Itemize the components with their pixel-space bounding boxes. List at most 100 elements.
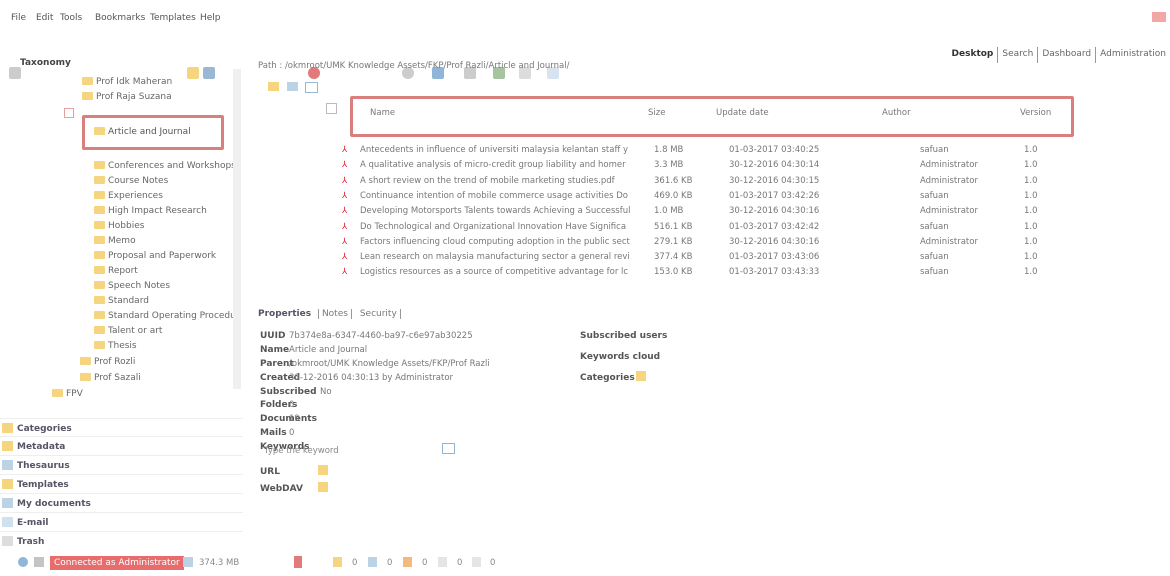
file-size: 3.3 MB: [654, 160, 684, 171]
section-email[interactable]: E-mail: [0, 512, 243, 531]
col-name[interactable]: Name: [370, 108, 395, 118]
folder-icon: [94, 161, 105, 169]
col-size[interactable]: Size: [648, 108, 665, 118]
select-all-checkbox[interactable]: [326, 103, 337, 114]
tree-item[interactable]: High Impact Research: [94, 206, 207, 216]
tree-item[interactable]: Hobbies: [94, 221, 144, 231]
tree-item[interactable]: FPV: [52, 389, 83, 399]
tree-item[interactable]: Conferences and Workshops: [94, 161, 236, 171]
section-metadata[interactable]: Metadata: [0, 436, 243, 455]
tree-scrollbar[interactable]: [233, 69, 241, 389]
disk-icon: [183, 557, 193, 567]
table-row[interactable]: ⅄ Factors influencing cloud computing ado…: [328, 237, 1058, 252]
col-author[interactable]: Author: [882, 108, 911, 118]
tab-desktop[interactable]: Desktop: [948, 47, 999, 63]
tab-search[interactable]: Search: [998, 47, 1039, 63]
url-copy-icon[interactable]: [318, 465, 328, 475]
table-row[interactable]: ⅄ A qualitative analysis of micro-credit …: [328, 160, 1058, 175]
col-version[interactable]: Version: [1020, 108, 1051, 118]
file-size: 153.0 KB: [654, 267, 693, 278]
file-name[interactable]: Continuance intention of mobile commerce…: [360, 191, 656, 201]
table-row[interactable]: ⅄ Developing Motorsports Talents towards …: [328, 206, 1058, 221]
file-version: 1.0: [1024, 206, 1038, 217]
table-row[interactable]: ⅄ Logistics resources as a source of comp…: [328, 267, 1058, 282]
file-date: 30-12-2016 04:30:14: [729, 160, 820, 171]
folder-up-icon[interactable]: [268, 82, 279, 91]
thesaurus-icon: [2, 460, 13, 470]
table-row[interactable]: ⅄ Continuance intention of mobile commerc…: [328, 191, 1058, 206]
menu-bookmarks[interactable]: Bookmarks: [95, 13, 145, 23]
webdav-label: WebDAV: [260, 484, 303, 494]
pdf-icon: ⅄: [342, 145, 348, 155]
folder-icon: [94, 296, 105, 304]
tree-item[interactable]: Memo: [94, 236, 136, 246]
menu-templates[interactable]: Templates: [150, 13, 196, 23]
file-name[interactable]: Antecedents in influence of universiti m…: [360, 145, 656, 155]
tab-notes[interactable]: Notes: [317, 309, 352, 319]
file-name[interactable]: Lean research on malaysia manufacturing …: [360, 252, 656, 262]
tree-item[interactable]: Standard: [94, 296, 149, 306]
tree-item[interactable]: Prof Idk Maheran: [82, 77, 172, 87]
tree-item[interactable]: Talent or art: [94, 326, 162, 336]
tree-item[interactable]: Prof Sazali: [80, 373, 141, 383]
tree-title[interactable]: Taxonomy: [20, 58, 71, 68]
section-my-documents[interactable]: My documents: [0, 493, 243, 512]
tab-dashboard[interactable]: Dashboard: [1038, 47, 1097, 63]
file-name[interactable]: Logistics resources as a source of compe…: [360, 267, 656, 277]
tab-properties[interactable]: Properties: [258, 309, 311, 319]
table-row[interactable]: ⅄ Lean research on malaysia manufacturing…: [328, 252, 1058, 267]
tree-item[interactable]: Course Notes: [94, 176, 168, 186]
storage-size: 374.3 MB: [199, 558, 240, 568]
tree-item[interactable]: Prof Raja Suzana: [82, 92, 172, 102]
view-icon[interactable]: [287, 82, 298, 91]
tree-item[interactable]: Speech Notes: [94, 281, 170, 291]
folder-icon: [94, 236, 105, 244]
tree-item[interactable]: Thesis: [94, 341, 137, 351]
col-update-date[interactable]: Update date: [716, 108, 769, 118]
file-name[interactable]: Factors influencing cloud computing adop…: [360, 237, 656, 247]
property-label: Mails: [260, 428, 287, 438]
pdf-icon: ⅄: [342, 160, 348, 171]
file-name[interactable]: A qualitative analysis of micro-credit g…: [360, 160, 656, 170]
section-categories[interactable]: Categories: [0, 418, 243, 437]
property-label: Name: [260, 345, 290, 355]
file-version: 1.0: [1024, 221, 1038, 232]
table-row[interactable]: ⅄ Do Technological and Organizational Inn…: [328, 222, 1058, 237]
table-row[interactable]: ⅄ A short review on the trend of mobile m…: [328, 176, 1058, 191]
user-icon[interactable]: [1152, 12, 1166, 22]
tab-administration[interactable]: Administration: [1096, 47, 1170, 63]
section-templates[interactable]: Templates: [0, 474, 243, 493]
property-value: Article and Journal: [289, 345, 368, 355]
checkout-count: 0: [352, 558, 358, 568]
file-author: safuan: [920, 221, 949, 232]
menu-edit[interactable]: Edit: [36, 13, 53, 23]
menu-file[interactable]: File: [11, 13, 26, 23]
tree-item[interactable]: Report: [94, 266, 138, 276]
locked-count: 0: [387, 558, 393, 568]
webdav-copy-icon[interactable]: [318, 482, 328, 492]
file-name[interactable]: Do Technological and Organizational Inno…: [360, 222, 656, 232]
menu-tools[interactable]: Tools: [60, 13, 82, 23]
file-date: 30-12-2016 04:30:16: [729, 206, 820, 217]
file-name[interactable]: Developing Motorsports Talents towards A…: [360, 206, 656, 216]
user-icon: [34, 557, 44, 567]
property-label: UUID: [260, 331, 286, 341]
tree-item[interactable]: Experiences: [94, 191, 163, 201]
add-keyword-icon[interactable]: [442, 443, 455, 454]
collapse-icon[interactable]: [64, 108, 74, 118]
subscribed-count: 0: [422, 558, 428, 568]
file-name[interactable]: A short review on the trend of mobile ma…: [360, 176, 656, 186]
menu-help[interactable]: Help: [200, 13, 221, 23]
section-trash[interactable]: Trash: [0, 531, 243, 550]
keyword-input[interactable]: Type the keyword: [264, 446, 339, 456]
tree-item[interactable]: Prof Rozli: [80, 357, 135, 367]
add-category-icon[interactable]: [636, 371, 646, 381]
tree-item[interactable]: Proposal and Paperwork: [94, 251, 216, 261]
table-row[interactable]: ⅄ Antecedents in influence of universiti …: [328, 145, 1058, 160]
file-date: 01-03-2017 03:43:06: [729, 252, 820, 263]
list-view-icon[interactable]: [305, 82, 318, 93]
tab-security[interactable]: Security: [356, 309, 401, 319]
tree-item[interactable]: Standard Operating Procedur: [94, 311, 240, 321]
file-version: 1.0: [1024, 175, 1038, 186]
section-thesaurus[interactable]: Thesaurus: [0, 455, 243, 474]
